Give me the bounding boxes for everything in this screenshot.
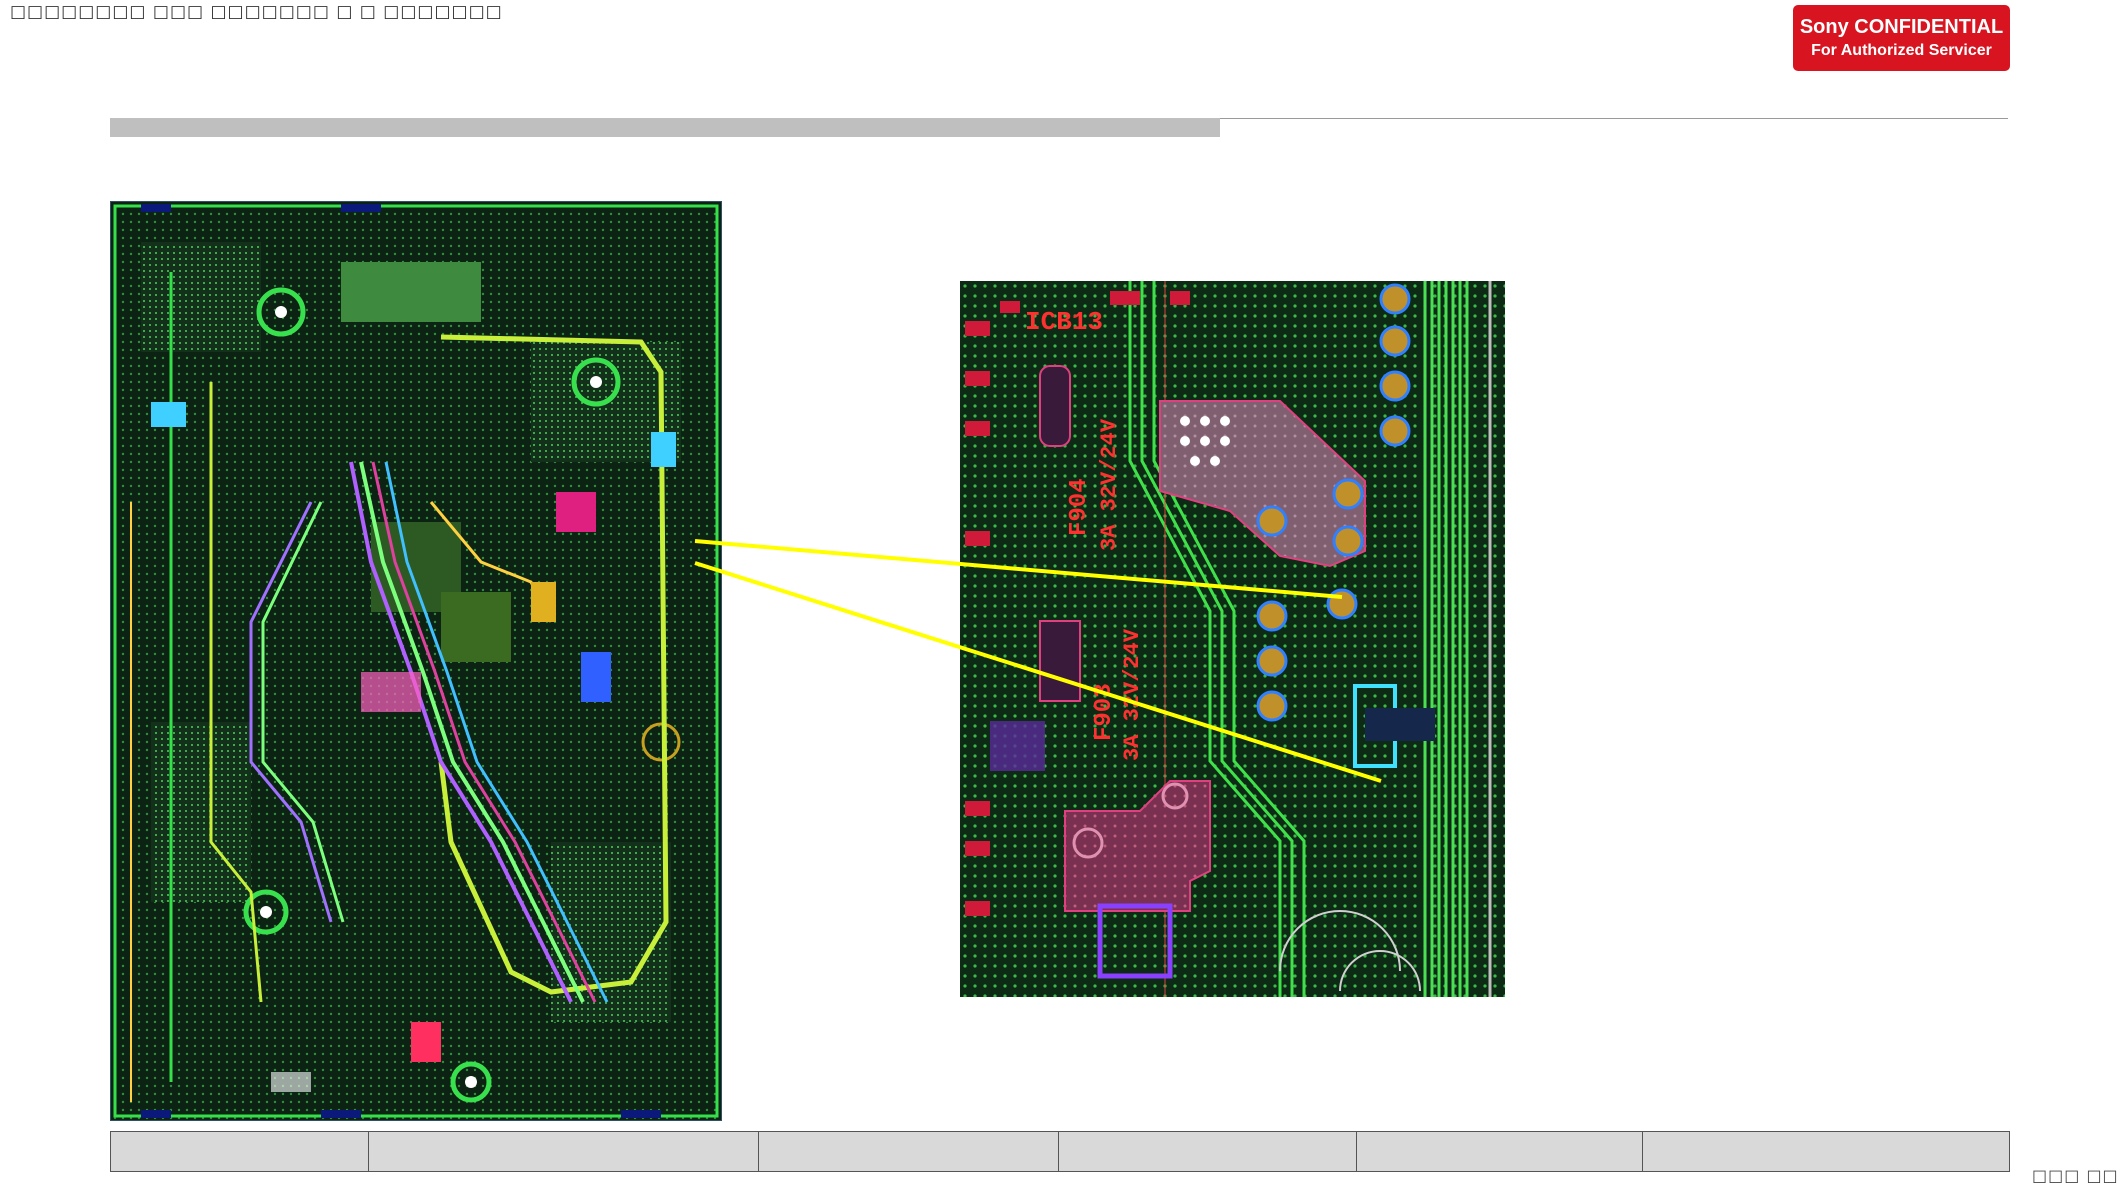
footer-cell (1642, 1131, 2010, 1172)
zoom-fuse2-label: F903 (1091, 683, 1118, 741)
footer-row (110, 1131, 2010, 1172)
footer-cell (1356, 1131, 1643, 1172)
title-bar (110, 118, 1220, 137)
confidential-badge-subtitle: For Authorized Servicer (1811, 42, 1992, 59)
zoom-fuse1-label: F904 (1066, 478, 1093, 536)
footer-cell (368, 1131, 759, 1172)
zoom-fuse1-rating: 3A 32V/24V (1097, 418, 1122, 551)
confidential-badge-title: Sony CONFIDENTIAL (1799, 16, 2004, 38)
pcb-board-layout-image (110, 201, 722, 1121)
footer-cell (1058, 1131, 1357, 1172)
confidential-badge: Sony CONFIDENTIAL For Authorized Service… (1793, 5, 2010, 71)
document-header-text: □□□□□□□□ □□□ □□□□□□□ □ □ □□□□□□□ (10, 2, 503, 22)
page-number: □□□ □□□ (2032, 1166, 2117, 1185)
footer-cell (110, 1131, 369, 1172)
footer-table (110, 1131, 2010, 1172)
zoom-fuse2-rating: 3A 32V/24V (1120, 628, 1145, 761)
zoom-ref-label: ICB13 (1025, 307, 1103, 337)
pcb-zoom-detail-image: ICB13 F904 3A 32V/24V F903 3A 32V/24V (960, 281, 1505, 997)
footer-cell (758, 1131, 1059, 1172)
